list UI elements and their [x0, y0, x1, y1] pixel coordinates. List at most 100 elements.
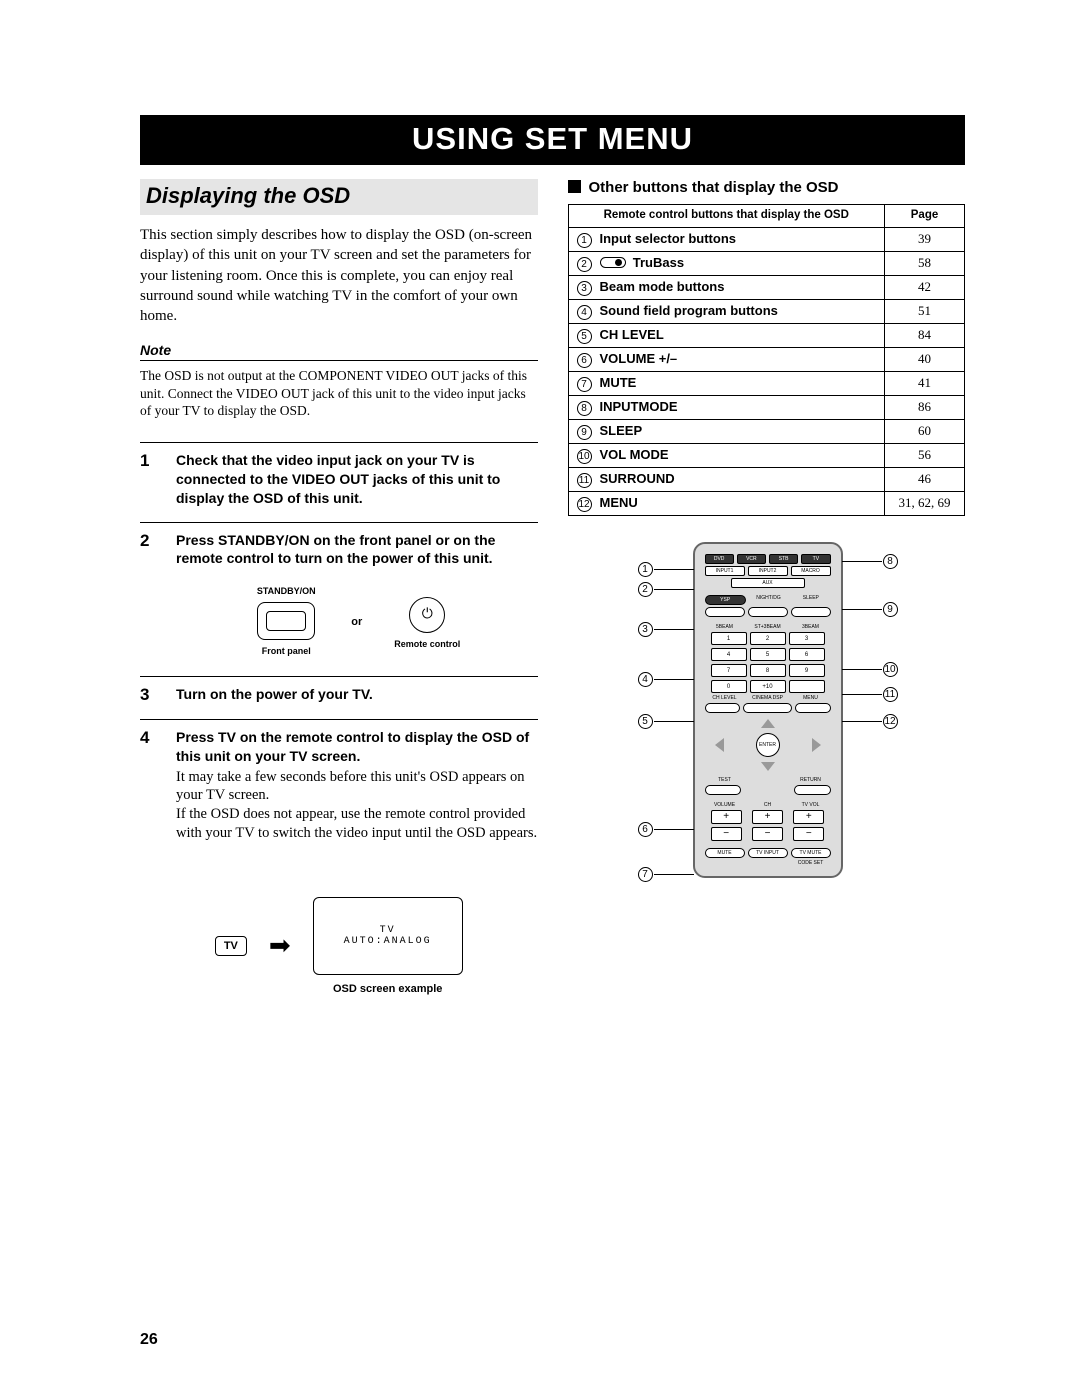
right-column: Other buttons that display the OSD Remot…	[568, 179, 966, 995]
num-9: 9	[789, 664, 825, 677]
step-2: 2 Press STANDBY/ON on the front panel or…	[140, 523, 538, 677]
steps-list: 1 Check that the video input jack on you…	[140, 442, 538, 857]
tvvol-minus: −	[793, 827, 824, 841]
row-label: CH LEVEL	[600, 327, 664, 342]
callout-line	[842, 561, 882, 562]
row-number-icon: 11	[577, 473, 592, 488]
table-row: 8INPUTMODE86	[568, 395, 965, 419]
lbl-volume: VOLUME	[705, 802, 745, 808]
row-label-cell: 12MENU	[568, 491, 885, 515]
lbl-ch: CH	[748, 802, 788, 808]
row-label: TruBass	[633, 255, 684, 270]
standby-figure: STANDBY/ON Front panel or ⏻ Remote contr…	[176, 586, 538, 657]
square-bullet-icon	[568, 180, 581, 193]
num-3: 3	[789, 632, 825, 645]
btn-dvd: DVD	[705, 554, 734, 564]
num-4: 4	[711, 648, 747, 661]
dpad-up-icon	[761, 719, 775, 728]
front-panel-label: Front panel	[251, 646, 321, 658]
row-label-cell: 7MUTE	[568, 371, 885, 395]
lbl-test: TEST	[705, 777, 745, 783]
row-label-cell: 11SURROUND	[568, 467, 885, 491]
tv-button: TV	[215, 936, 247, 956]
callout-2: 2	[638, 582, 653, 597]
lbl-tvvol: TV VOL	[791, 802, 831, 808]
remote-control-label: Remote control	[392, 639, 462, 651]
row-label: Beam mode buttons	[600, 279, 725, 294]
dpad-down-icon	[761, 762, 775, 771]
callout-line	[842, 669, 882, 670]
row-label-cell: 4Sound field program buttons	[568, 299, 885, 323]
num-7: 7	[711, 664, 747, 677]
osd-line2: AUTO:ANALOG	[344, 936, 432, 947]
row-page: 39	[885, 227, 965, 251]
dpad-right-icon	[812, 738, 821, 752]
btn-input2: INPUT2	[748, 566, 788, 576]
num-2: 2	[750, 632, 786, 645]
table-row: 5CH LEVEL84	[568, 323, 965, 347]
row-number-icon: 7	[577, 377, 592, 392]
step-number: 4	[140, 728, 158, 843]
callout-11: 11	[883, 687, 898, 702]
or-text: or	[351, 615, 362, 629]
row-page: 60	[885, 419, 965, 443]
row-label: Input selector buttons	[600, 231, 737, 246]
callout-line	[654, 569, 694, 570]
btn-tvinput: TV INPUT	[748, 848, 788, 858]
lbl-menu: MENU	[791, 695, 831, 701]
callout-6: 6	[638, 822, 653, 837]
reference-table: Remote control buttons that display the …	[568, 204, 966, 516]
row-label-cell: 9SLEEP	[568, 419, 885, 443]
row-label-cell: 3Beam mode buttons	[568, 275, 885, 299]
lbl-5beam: 5BEAM	[705, 624, 745, 630]
btn-vcr: VCR	[737, 554, 766, 564]
btn-aux: AUX	[731, 578, 805, 588]
remote-diagram: DVDVCRSTBTV INPUT1INPUT2MACRO AUX YSPNIG…	[588, 542, 948, 878]
step-4: 4 Press TV on the remote control to disp…	[140, 720, 538, 857]
btn-sleep	[791, 607, 831, 617]
standby-label: STANDBY/ON	[251, 586, 321, 598]
vol-plus: +	[711, 810, 742, 824]
table-row: 4Sound field program buttons51	[568, 299, 965, 323]
callout-line	[654, 829, 694, 830]
callout-line	[654, 721, 694, 722]
callout-line	[842, 721, 882, 722]
page-number: 26	[140, 1331, 158, 1349]
row-label-cell: 5 CH LEVEL	[568, 323, 885, 347]
ch-plus: +	[752, 810, 783, 824]
callout-4: 4	[638, 672, 653, 687]
tvvol-plus: +	[793, 810, 824, 824]
btn-stb: STB	[769, 554, 798, 564]
table-row: 1 Input selector buttons 39	[568, 227, 965, 251]
row-page: 46	[885, 467, 965, 491]
row-label-cell: 1 Input selector buttons	[568, 227, 885, 251]
table-row: 6VOLUME +/–40	[568, 347, 965, 371]
row-number-icon: 5	[577, 329, 592, 344]
btn-cinemadsp	[743, 703, 792, 713]
other-buttons-heading: Other buttons that display the OSD	[568, 179, 966, 196]
tv-osd-figure: TV ➡ TV AUTO:ANALOG OSD screen example	[140, 897, 538, 995]
step-number: 1	[140, 451, 158, 508]
note-body: The OSD is not output at the COMPONENT V…	[140, 367, 538, 420]
row-label: VOL MODE	[600, 447, 669, 462]
callout-line	[654, 874, 694, 875]
arrow-icon: ➡	[269, 931, 291, 961]
osd-line1: TV	[380, 925, 396, 936]
row-label-cell: 6 VOLUME +/–	[568, 347, 885, 371]
num-5: 5	[750, 648, 786, 661]
row-label: VOLUME +/–	[600, 351, 678, 366]
table-row: 11SURROUND46	[568, 467, 965, 491]
btn-night	[748, 607, 788, 617]
step-text: Press STANDBY/ON on the front panel or o…	[176, 531, 538, 569]
remote-body: DVDVCRSTBTV INPUT1INPUT2MACRO AUX YSPNIG…	[693, 542, 843, 878]
row-number-icon: 1	[577, 233, 592, 248]
num-0: 0	[711, 680, 747, 693]
step-text: Press TV on the remote control to displa…	[176, 728, 538, 766]
callout-1: 1	[638, 562, 653, 577]
row-page: 31, 62, 69	[885, 491, 965, 515]
table-row: 7MUTE41	[568, 371, 965, 395]
left-column: Displaying the OSD This section simply d…	[140, 179, 538, 995]
row-number-icon: 6	[577, 353, 592, 368]
power-icon: ⏻	[409, 597, 445, 633]
osd-example-label: OSD screen example	[313, 983, 463, 995]
